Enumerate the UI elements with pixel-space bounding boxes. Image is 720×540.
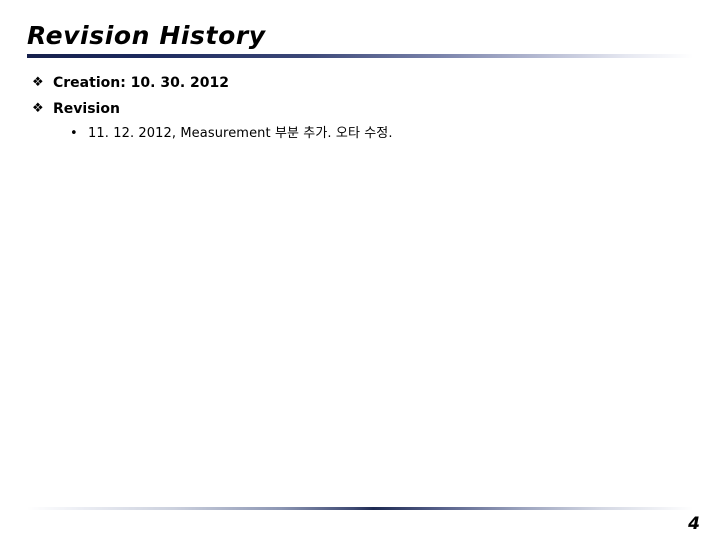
list-item: ❖ Revision [27,96,697,122]
page-number: 4 [688,514,700,534]
diamond-bullet-icon: ❖ [32,75,44,90]
title-block: Revision History [27,20,693,58]
diamond-bullet-icon: ❖ [32,101,44,116]
sub-list-item-label: 11. 12. 2012, Measurement 부분 추가. 오타 수정. [88,126,393,141]
page-title: Revision History [27,21,266,50]
title-divider [27,54,693,58]
footer-divider [27,507,693,510]
dot-bullet-icon: • [70,126,78,141]
list-item-label: Revision [53,101,120,117]
bullet-list: ❖ Creation: 10. 30. 2012 ❖ Revision • 11… [27,70,697,146]
list-item-label: Creation: 10. 30. 2012 [53,75,229,91]
slide-canvas: Revision History ❖ Creation: 10. 30. 201… [0,0,720,540]
sub-list-item: • 11. 12. 2012, Measurement 부분 추가. 오타 수정… [27,122,697,146]
list-item: ❖ Creation: 10. 30. 2012 [27,70,697,96]
